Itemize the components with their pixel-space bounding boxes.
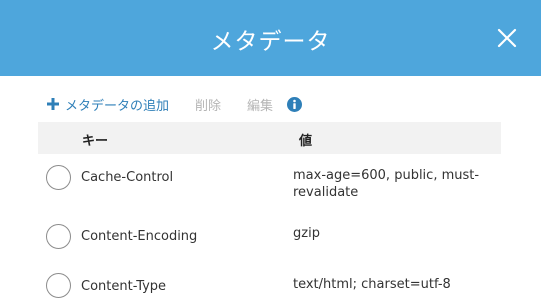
metadata-toolbar: メタデータの追加 削除 編集 xyxy=(47,94,303,114)
row-key: Content-Encoding xyxy=(81,229,198,244)
column-header-key: キー xyxy=(82,134,109,149)
table-header: キー 値 xyxy=(38,122,501,154)
row-key: Cache-Control xyxy=(81,170,174,185)
column-header-value: 値 xyxy=(299,134,313,149)
close-icon[interactable] xyxy=(492,23,522,53)
row-value: text/html; charset=utf-8 xyxy=(293,277,451,292)
dialog-header: メタデータ xyxy=(0,0,541,76)
row-select-radio[interactable] xyxy=(46,273,71,298)
dialog-title: メタデータ xyxy=(210,29,331,55)
plus-icon xyxy=(47,98,59,110)
row-value: gzip xyxy=(293,226,320,241)
info-icon[interactable] xyxy=(287,96,303,112)
add-metadata-button[interactable]: メタデータの追加 xyxy=(47,95,169,114)
row-select-radio[interactable] xyxy=(46,165,71,190)
edit-button[interactable]: 編集 xyxy=(247,95,273,114)
table-row[interactable]: Content-Encoding gzip xyxy=(38,224,501,254)
table-row[interactable]: Cache-Control max-age=600, public, must-… xyxy=(38,165,501,215)
row-key: Content-Type xyxy=(81,279,167,294)
row-value: max-age=600, public, must-revalidate xyxy=(293,168,480,200)
row-select-radio[interactable] xyxy=(46,224,71,249)
table-row[interactable]: Content-Type text/html; charset=utf-8 xyxy=(38,273,501,303)
delete-button[interactable]: 削除 xyxy=(195,95,221,114)
add-metadata-label: メタデータの追加 xyxy=(65,98,170,114)
